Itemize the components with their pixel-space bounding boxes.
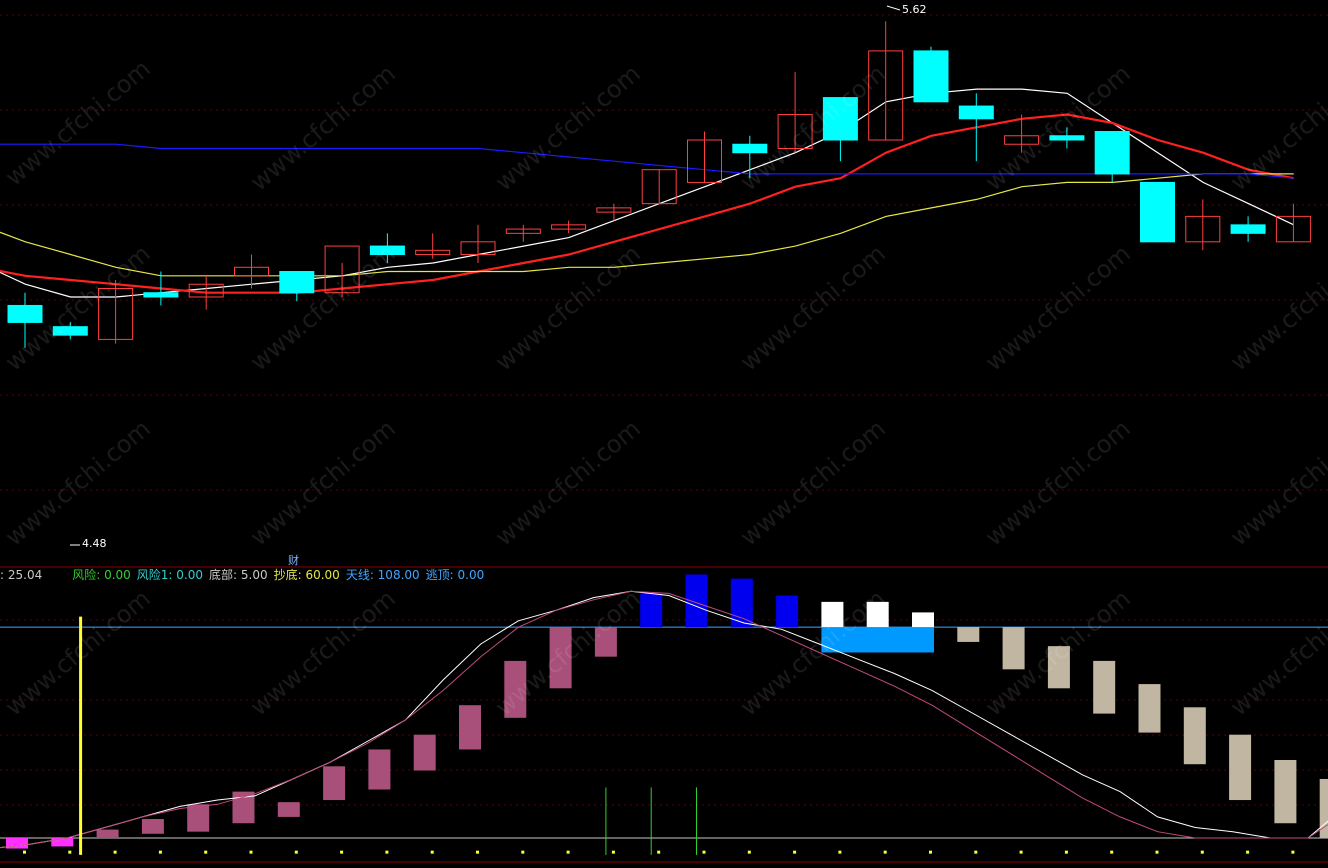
candle-body (1140, 181, 1175, 243)
indicator-bar (549, 627, 572, 689)
baseline-dot (657, 850, 661, 854)
legend-entry: : 25.04 (0, 568, 43, 582)
indicator-bar (459, 705, 481, 750)
indicator-bar (1093, 660, 1116, 714)
baseline-dot (340, 850, 344, 854)
candle-body (822, 97, 858, 141)
baseline-dot (68, 850, 72, 854)
indicator-legend: : 25.04 风险: 0.00 风险1: 0.00 底部: 5.00 抄底: 60.0… (0, 567, 490, 583)
indicator-bar (413, 734, 436, 771)
baseline-dot (611, 850, 615, 854)
baseline-dot (113, 850, 117, 854)
indicator-bar (141, 819, 164, 834)
indicator-bar (187, 804, 210, 832)
legend-entry: 抄底: 60.00 (273, 568, 340, 582)
legend-entry: 逃顶: 0.00 (425, 568, 485, 582)
indicator-bar (957, 627, 980, 642)
indicator-overlay-band (821, 627, 934, 653)
baseline-dot (1064, 850, 1068, 854)
baseline-dot (1200, 850, 1204, 854)
baseline-dot (1246, 850, 1250, 854)
low-price-label: 4.48 (82, 537, 107, 550)
indicator-bar (1047, 646, 1070, 689)
indicator-bar (1138, 684, 1161, 733)
indicator-bar (594, 627, 617, 657)
baseline-dot (1110, 850, 1114, 854)
candle-body (913, 50, 949, 103)
indicator-bar (96, 829, 119, 838)
baseline-dot (385, 850, 389, 854)
baseline-dot (23, 850, 26, 854)
candle-body (958, 105, 994, 120)
indicator-bar (685, 574, 708, 628)
indicator-bar (912, 612, 934, 628)
indicator-bar (776, 595, 799, 628)
candle-body (1230, 224, 1266, 234)
legend-entry: 底部: 5.00 (209, 568, 268, 582)
baseline-dot (430, 850, 434, 854)
baseline-dot (702, 850, 706, 854)
legend-entry: 风险: 0.00 (72, 568, 131, 582)
baseline-dot (521, 850, 525, 854)
baseline-dot (158, 850, 162, 854)
baseline-dot (883, 850, 887, 854)
kline-chart (0, 0, 1328, 864)
candle-body (279, 271, 315, 294)
baseline-dot (566, 850, 570, 854)
chart-root: : 25.04 风险: 0.00 风险1: 0.00 底部: 5.00 抄底: 60.0… (0, 0, 1328, 864)
indicator-bar (323, 766, 346, 801)
indicator-bar (640, 593, 663, 628)
baseline-dot (1155, 850, 1159, 854)
candle-body (52, 326, 88, 336)
indicator-bar (277, 802, 300, 817)
baseline-dot (476, 850, 479, 854)
event-marker: 财 (288, 554, 299, 567)
indicator-bar (821, 601, 844, 628)
candle-body (7, 304, 43, 323)
baseline-dot (838, 850, 842, 854)
candle-body (732, 143, 768, 154)
legend-entry: 风险1: 0.00 (136, 568, 204, 582)
baseline-dot (929, 850, 932, 854)
baseline-dot (747, 850, 751, 854)
baseline-dot (793, 850, 797, 854)
indicator-bar (1002, 627, 1025, 670)
baseline-dot (249, 850, 253, 854)
indicator-bar (1229, 734, 1252, 801)
candle-body (1049, 135, 1085, 141)
high-price-label: 5.62 (902, 3, 927, 16)
candle-body (143, 292, 179, 298)
indicator-bar (1274, 759, 1297, 824)
baseline-dot (204, 850, 208, 854)
candle-body (369, 245, 405, 256)
baseline-dot (974, 850, 978, 854)
indicator-bar (368, 749, 391, 790)
baseline-dot (1291, 850, 1295, 854)
indicator-bar (1183, 707, 1206, 765)
baseline-dot (294, 850, 298, 854)
indicator-bar (504, 660, 527, 718)
baseline-dot (1019, 850, 1023, 854)
candle-body (1094, 131, 1130, 175)
indicator-bar (866, 601, 889, 628)
legend-entry: 天线: 108.00 (345, 568, 420, 582)
